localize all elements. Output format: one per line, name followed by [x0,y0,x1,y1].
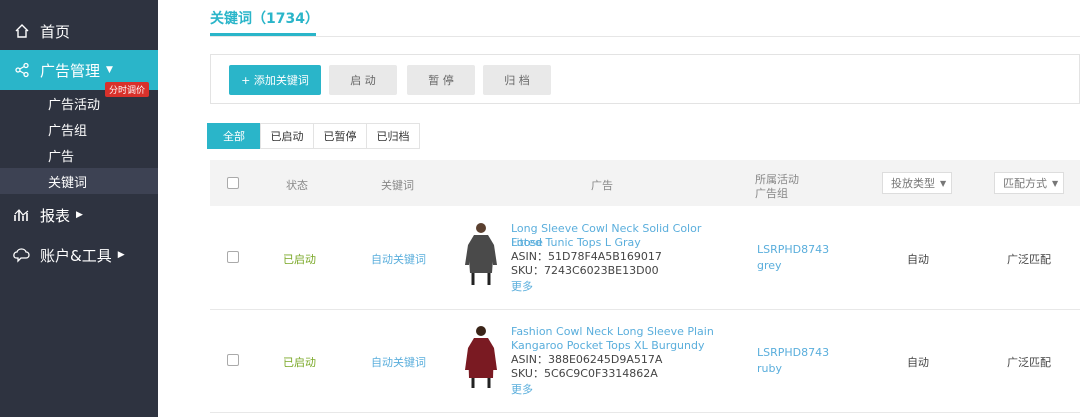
match-type-filter-label: 匹配方式 [1003,177,1047,190]
sidebar-item-label: 广告活动 [48,97,101,113]
status-badge: 已启动 [283,356,316,369]
adgroup-link[interactable]: grey [757,258,782,274]
ad-title-line[interactable]: Fitted Tunic Tops L Gray [511,236,736,250]
adgroup-link[interactable]: ruby [757,361,782,377]
toolbar: + 添加关键词 启 动 暂 停 归 档 [210,54,1080,104]
product-thumbnail [461,221,501,287]
home-icon [12,23,32,39]
match-type-value: 广泛匹配 [1007,253,1051,266]
chevron-down-icon: ▼ [106,65,113,75]
tab-archived[interactable]: 已归档 [366,123,420,149]
match-type-filter[interactable]: 匹配方式 ▼ [994,172,1064,194]
tab-paused[interactable]: 已暂停 [313,123,367,149]
adgroup-link[interactable]: LSRPHD8743 [757,345,829,361]
delivery-type-value: 自动 [907,356,929,369]
ad-asin: ASIN：388E06245D9A517A [511,353,663,366]
divider [210,36,1080,37]
chevron-right-icon: ▶ [76,210,83,220]
chevron-right-icon: ▶ [117,250,125,260]
sidebar-item-adgroups[interactable]: 广告组 [0,116,158,142]
nav-home[interactable]: 首页 [0,11,158,51]
row-checkbox[interactable] [227,251,239,263]
product-thumbnail [461,324,501,390]
header-status: 状态 [286,179,308,192]
delivery-type-filter-label: 投放类型 [891,177,935,190]
header-keyword: 关键词 [381,179,414,192]
nav-reports-label: 报表 [40,206,71,225]
nav-home-label: 首页 [40,22,71,41]
start-button[interactable]: 启 动 [329,65,397,95]
row-checkbox[interactable] [227,354,239,366]
status-badge: 已启动 [283,253,316,266]
page-title: 关键词（1734） [210,11,319,27]
dropdown-caret-icon: ▼ [1052,178,1059,188]
nav-account-tools[interactable]: 账户&工具 ▶ [0,235,158,275]
ad-sku: SKU：7243C6023BE13D00 [511,264,659,277]
nav-account-tools-label: 账户&工具 [40,246,112,265]
delivery-type-value: 自动 [907,253,929,266]
sidebar-item-label: 关键词 [48,175,88,191]
sidebar-item-label: 广告组 [48,123,88,139]
table-row: 已启动 自动关键词 Fashion Cowl Neck Long Sleeve … [210,310,1080,413]
chat-cloud-icon [12,247,32,263]
nav-reports[interactable]: 报表 ▶ [0,195,158,235]
sidebar: 首页 广告管理 ▼ 分时调价 广告活动 广告组 广告 关键词 报表 ▶ 账户&工… [0,0,158,417]
archive-button[interactable]: 归 档 [483,65,551,95]
header-adgroup: 广告组 [755,187,788,200]
tab-enabled[interactable]: 已启动 [260,123,314,149]
match-type-value: 广泛匹配 [1007,356,1051,369]
ad-asin: ASIN：51D78F4A5B169017 [511,250,662,263]
keyword-link[interactable]: 自动关键词 [371,354,426,370]
more-link[interactable]: 更多 [511,278,533,294]
table-row: 已启动 自动关键词 Long Sleeve Cowl Neck Solid Co… [210,207,1080,310]
share-nodes-icon [12,62,32,78]
bar-chart-icon [12,207,32,223]
delivery-type-filter[interactable]: 投放类型 ▼ [882,172,952,194]
ad-sku: SKU：5C6C9C0F3314862A [511,367,658,380]
status-tabs: 全部 已启动 已暂停 已归档 [207,123,420,149]
sidebar-item-keywords[interactable]: 关键词 [0,168,158,194]
keyword-link[interactable]: 自动关键词 [371,251,426,267]
dropdown-caret-icon: ▼ [940,178,947,188]
main-content: 关键词（1734） + 添加关键词 启 动 暂 停 归 档 全部 已启动 已暂停… [158,0,1080,417]
more-link[interactable]: 更多 [511,381,533,397]
pause-button[interactable]: 暂 停 [407,65,475,95]
header-ad: 广告 [591,179,613,192]
sidebar-item-campaigns[interactable]: 广告活动 [0,90,158,116]
ad-title-line[interactable]: Kangaroo Pocket Tops XL Burgundy [511,339,736,353]
table-header: 状态 关键词 广告 所属活动 广告组 投放类型 ▼ 匹配方式 ▼ [210,160,1080,206]
nav-ad-management-label: 广告管理 [40,61,101,80]
tab-all[interactable]: 全部 [207,123,261,149]
ad-title-line[interactable]: Fashion Cowl Neck Long Sleeve Plain [511,325,736,339]
adgroup-link[interactable]: LSRPHD8743 [757,242,829,258]
sidebar-item-label: 广告 [48,149,75,165]
select-all-checkbox[interactable] [227,177,239,189]
add-keyword-button[interactable]: + 添加关键词 [229,65,321,95]
sidebar-item-ads[interactable]: 广告 [0,142,158,168]
